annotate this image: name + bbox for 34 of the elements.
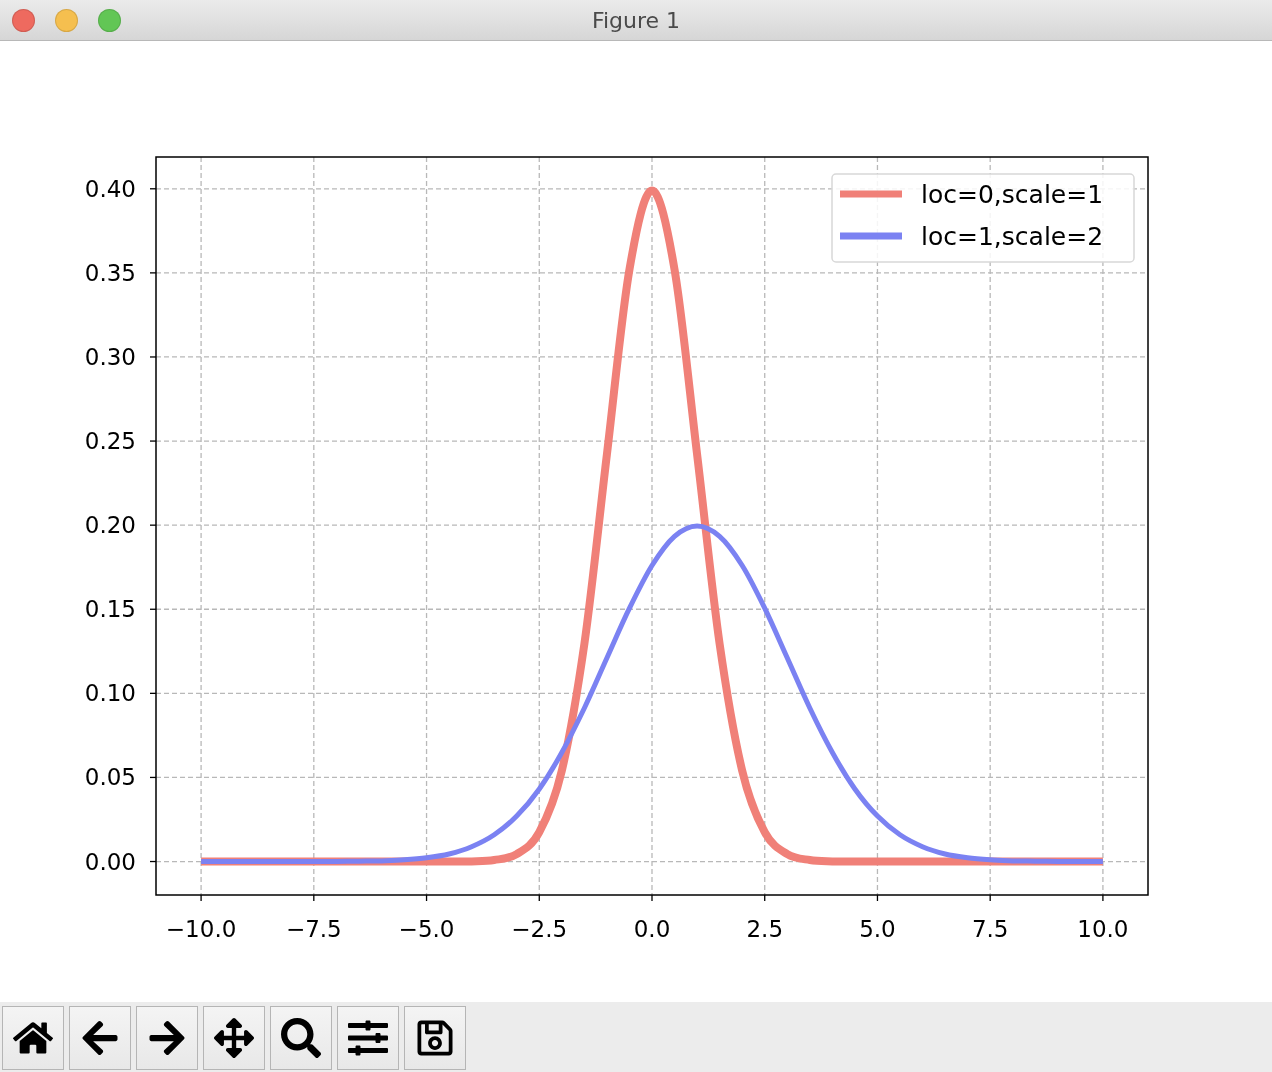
y-tick-label: 0.05 (84, 764, 136, 791)
x-tick-label: −5.0 (398, 916, 455, 942)
y-tick-label: 0.20 (84, 512, 136, 539)
legend-label: loc=0,scale=1 (921, 180, 1104, 209)
x-tick-label: 10.0 (1077, 916, 1129, 942)
y-tick-label: 0.35 (84, 259, 136, 286)
zoom-button[interactable] (270, 1006, 332, 1070)
forward-arrow-icon (147, 1018, 187, 1058)
y-tick-label: 0.25 (84, 428, 136, 455)
four-way-arrow-icon (214, 1018, 254, 1058)
y-tick-label: 0.40 (84, 175, 136, 202)
y-tick-label: 0.30 (84, 343, 136, 370)
pan-button[interactable] (203, 1006, 265, 1070)
y-tick-label: 0.10 (84, 680, 136, 707)
legend-label: loc=1,scale=2 (921, 222, 1104, 251)
back-button[interactable] (69, 1006, 131, 1070)
forward-button[interactable] (136, 1006, 198, 1070)
y-tick-label: 0.15 (84, 596, 136, 623)
x-tick-label: 0.0 (633, 916, 671, 942)
x-tick-label: 5.0 (859, 916, 896, 942)
x-tick-label: 7.5 (971, 916, 1009, 942)
sliders-icon (348, 1018, 388, 1058)
x-tick-label: −10.0 (165, 916, 237, 942)
y-tick-label: 0.00 (84, 848, 136, 875)
back-arrow-icon (80, 1018, 120, 1058)
x-tick-label: −7.5 (285, 916, 342, 942)
home-button[interactable] (2, 1006, 64, 1070)
configure-button[interactable] (337, 1006, 399, 1070)
x-tick-label: 2.5 (746, 916, 783, 942)
search-icon (281, 1018, 321, 1058)
x-tick-label: −2.5 (511, 916, 568, 942)
window-title: Figure 1 (591, 7, 681, 33)
close-icon[interactable] (12, 8, 35, 32)
save-button[interactable] (404, 1006, 466, 1070)
